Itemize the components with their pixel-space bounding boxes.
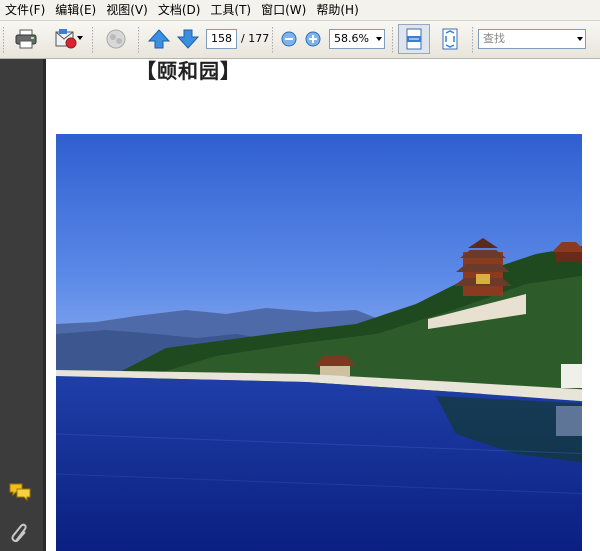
page-number-input[interactable]: 158 bbox=[206, 29, 237, 49]
fit-width-button[interactable] bbox=[398, 24, 430, 54]
chevron-down-icon[interactable] bbox=[577, 37, 583, 41]
prev-page-icon bbox=[148, 29, 170, 49]
zoom-out-button[interactable] bbox=[279, 24, 299, 54]
toolbar-separator bbox=[472, 27, 474, 53]
chevron-down-icon bbox=[77, 36, 83, 40]
attachments-button[interactable] bbox=[10, 521, 30, 548]
printer-icon bbox=[15, 29, 37, 49]
toolbar-separator bbox=[392, 27, 394, 53]
zoom-in-button[interactable] bbox=[303, 24, 323, 54]
navigation-panel bbox=[0, 59, 46, 551]
menu-document[interactable]: 文档(D) bbox=[153, 0, 206, 20]
page-torn-edge bbox=[582, 119, 600, 551]
email-icon bbox=[55, 29, 77, 49]
page-heading: 【颐和园】 bbox=[136, 59, 241, 83]
zoom-in-icon bbox=[305, 31, 321, 47]
toolbar-separator bbox=[272, 27, 274, 53]
menu-file[interactable]: 文件(F) bbox=[0, 0, 50, 20]
toolbar-separator bbox=[138, 27, 140, 53]
toolbar-separator bbox=[92, 27, 94, 53]
fit-page-icon bbox=[442, 28, 458, 50]
summer-palace-photo bbox=[56, 134, 594, 551]
toolbar: 158 / 177 58.6% 查找 bbox=[0, 21, 600, 59]
attachments-icon bbox=[11, 523, 27, 543]
prev-page-button[interactable] bbox=[146, 24, 172, 54]
menu-view[interactable]: 视图(V) bbox=[101, 0, 153, 20]
menu-tools[interactable]: 工具(T) bbox=[205, 0, 256, 20]
next-page-button[interactable] bbox=[175, 24, 201, 54]
page-total: / 177 bbox=[241, 32, 270, 45]
document-viewport[interactable]: 【颐和园】 bbox=[46, 59, 600, 551]
zoom-value: 58.6% bbox=[334, 32, 369, 45]
chevron-down-icon[interactable] bbox=[376, 37, 382, 41]
search-input[interactable]: 查找 bbox=[478, 29, 586, 49]
comments-icon bbox=[9, 483, 31, 502]
print-button[interactable] bbox=[10, 24, 42, 54]
collaborate-icon bbox=[106, 29, 126, 49]
fit-width-icon bbox=[406, 28, 422, 50]
next-page-icon bbox=[177, 29, 199, 49]
menu-help[interactable]: 帮助(H) bbox=[311, 0, 363, 20]
menu-bar: 文件(F) 编辑(E) 视图(V) 文档(D) 工具(T) 窗口(W) 帮助(H… bbox=[0, 0, 600, 21]
email-button[interactable] bbox=[46, 24, 86, 54]
menu-edit[interactable]: 编辑(E) bbox=[50, 0, 101, 20]
toolbar-grip[interactable] bbox=[3, 27, 5, 53]
menu-window[interactable]: 窗口(W) bbox=[256, 0, 311, 20]
comments-button[interactable] bbox=[8, 481, 32, 506]
fit-page-button[interactable] bbox=[436, 24, 464, 54]
collaborate-button[interactable] bbox=[100, 24, 132, 54]
zoom-out-icon bbox=[281, 31, 297, 47]
